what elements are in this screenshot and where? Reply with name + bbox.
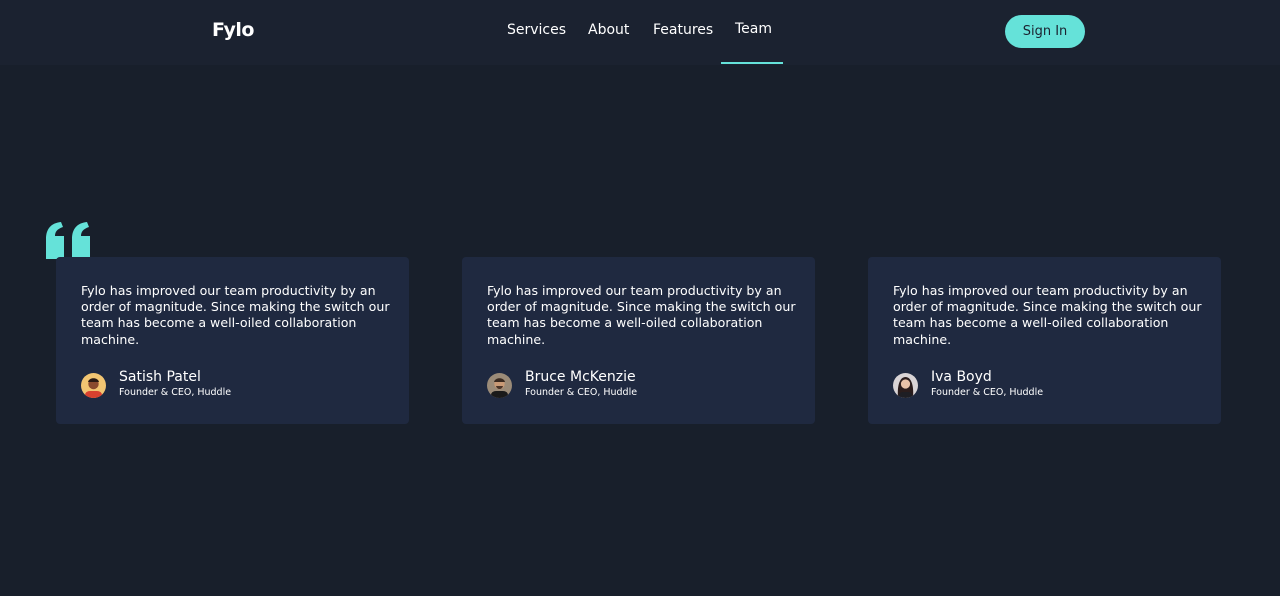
testimonial-card: Fylo has improved our team productivity … (868, 257, 1221, 424)
testimonial-name: Iva Boyd (931, 369, 992, 385)
testimonial-text: Fylo has improved our team productivity … (487, 283, 796, 347)
testimonial-role: Founder & CEO, Huddle (119, 387, 232, 398)
testimonial-role: Founder & CEO, Huddle (931, 387, 1044, 398)
main-nav: Services About Features Team (0, 0, 1280, 65)
avatar (81, 373, 106, 398)
testimonial-role: Founder & CEO, Huddle (525, 387, 638, 398)
nav-item-about[interactable]: About (588, 22, 629, 38)
testimonial-name: Bruce McKenzie (525, 369, 636, 385)
testimonial-card: Fylo has improved our team productivity … (462, 257, 815, 424)
nav-item-features[interactable]: Features (653, 22, 713, 38)
nav-item-services[interactable]: Services (507, 22, 566, 38)
testimonial-text: Fylo has improved our team productivity … (893, 283, 1202, 347)
avatar (487, 373, 512, 398)
nav-item-team[interactable]: Team (735, 21, 772, 37)
quote-icon (46, 222, 90, 259)
sign-in-button[interactable]: Sign In (1005, 15, 1085, 48)
nav-active-indicator (721, 62, 783, 64)
site-header: Fylo Services About Features Team Sign I… (0, 0, 1280, 65)
testimonial-text: Fylo has improved our team productivity … (81, 283, 390, 347)
avatar (893, 373, 918, 398)
testimonial-card: Fylo has improved our team productivity … (56, 257, 409, 424)
testimonial-name: Satish Patel (119, 369, 201, 385)
